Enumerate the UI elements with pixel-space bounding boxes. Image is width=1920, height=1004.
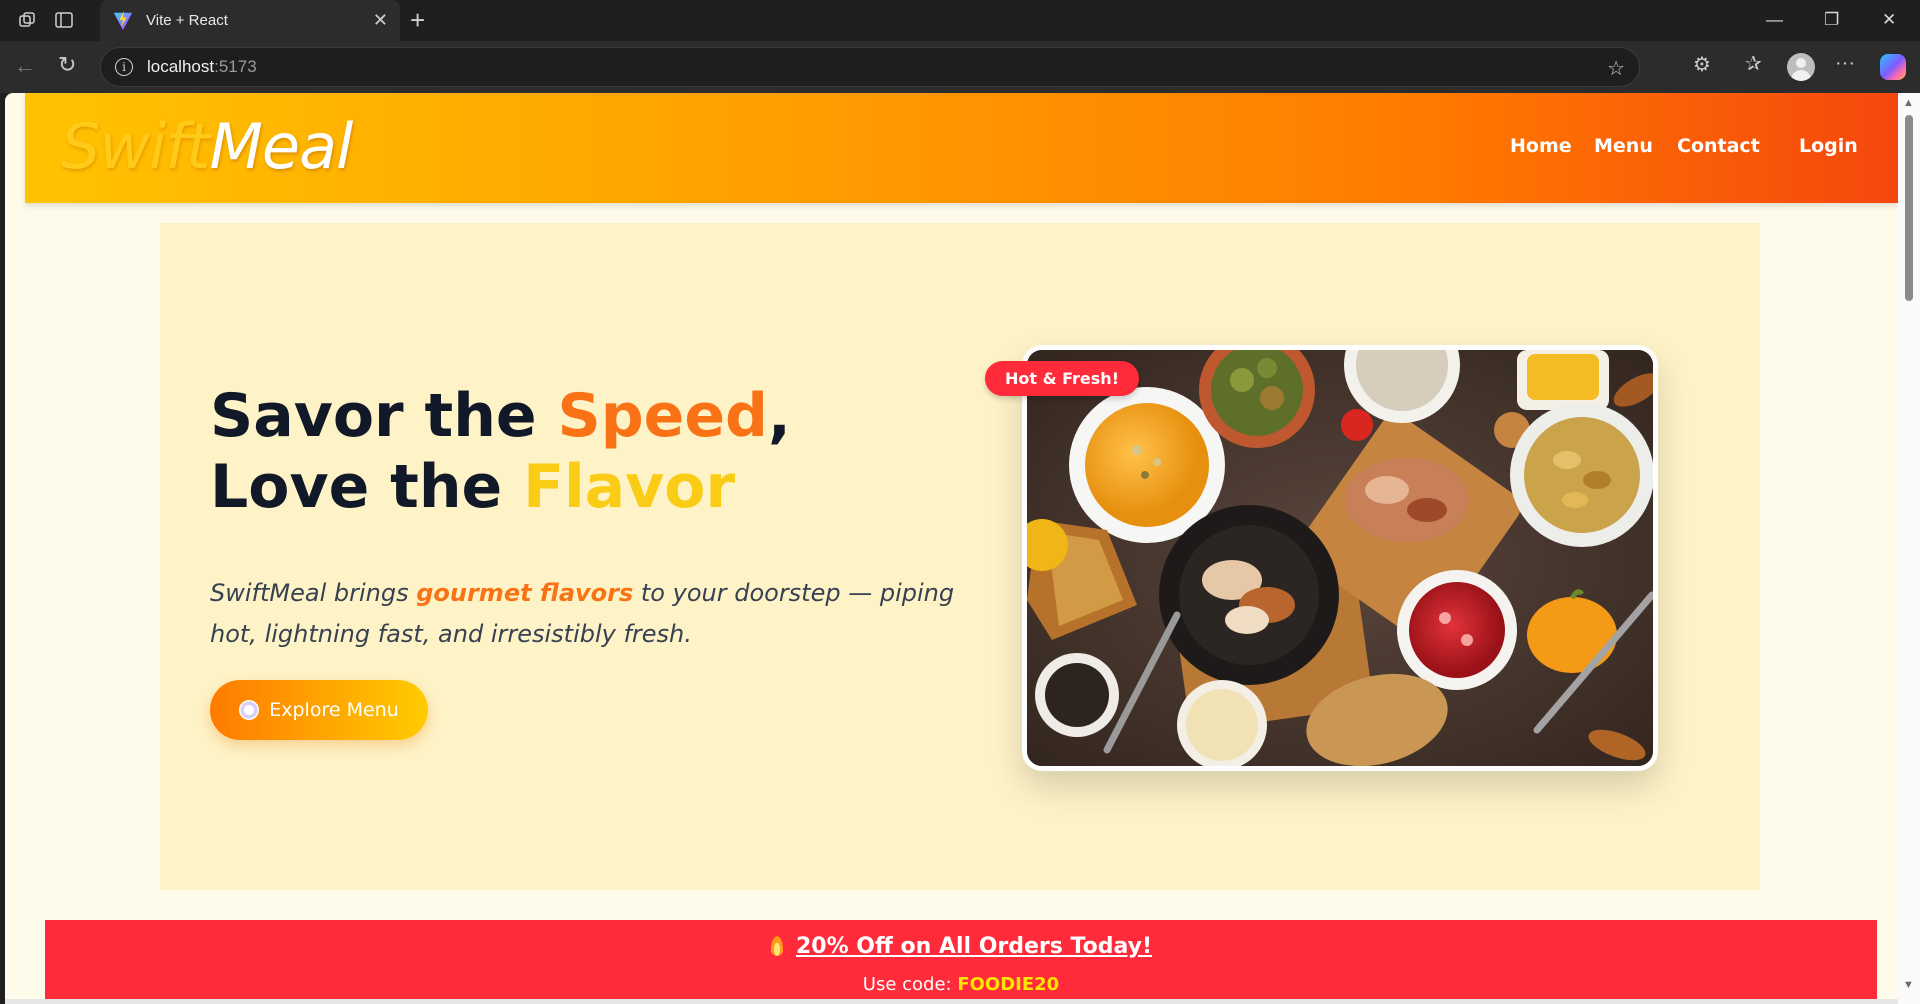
food-spread-illustration: [1027, 350, 1653, 766]
more-options-icon[interactable]: ···: [1835, 53, 1855, 73]
hero-description-highlight: gourmet flavors: [416, 579, 634, 607]
hero-description: SwiftMeal brings gourmet flavors to your…: [210, 579, 955, 648]
tab-title: Vite + React: [146, 12, 228, 29]
close-window-icon[interactable]: ✕: [1882, 10, 1896, 30]
vite-icon: [113, 10, 133, 30]
nav-menu[interactable]: Menu: [1594, 135, 1653, 157]
explore-menu-button[interactable]: Explore Menu: [210, 680, 428, 740]
promo-banner: 20% Off on All Orders Today! Use code: F…: [45, 920, 1877, 999]
minimize-icon[interactable]: —: [1766, 10, 1783, 30]
workspaces-icon[interactable]: [18, 10, 38, 33]
hot-fresh-badge: Hot & Fresh!: [985, 361, 1139, 396]
vertical-scrollbar[interactable]: ▲ ▼: [1898, 93, 1920, 1004]
explore-menu-label: Explore Menu: [269, 699, 399, 721]
site-navbar: SwiftMeal Home Menu Contact Login: [25, 93, 1898, 203]
hero-title-speed: Speed: [557, 381, 769, 451]
browser-tab-active[interactable]: Vite + React ✕: [100, 0, 400, 41]
promo-code-line: Use code: FOODIE20: [862, 974, 1060, 995]
new-tab-icon[interactable]: +: [410, 6, 425, 34]
plate-icon: [239, 700, 260, 720]
logo-meal: Meal: [209, 110, 353, 183]
extensions-icon[interactable]: ⚙: [1693, 55, 1711, 75]
site-info-icon[interactable]: i: [115, 58, 133, 76]
restore-icon[interactable]: ❐: [1824, 10, 1839, 30]
nav-login[interactable]: Login: [1799, 135, 1858, 157]
copilot-icon[interactable]: [1880, 54, 1906, 80]
address-bar[interactable]: i localhost:5173 ☆: [100, 47, 1640, 87]
nav-contact[interactable]: Contact: [1677, 135, 1760, 157]
vertical-tabs-icon[interactable]: [54, 10, 74, 33]
url-text[interactable]: localhost:5173: [147, 57, 257, 77]
site-logo[interactable]: SwiftMeal: [61, 110, 353, 183]
promo-title[interactable]: 20% Off on All Orders Today!: [45, 934, 1877, 959]
hero-food-image: [1022, 345, 1658, 771]
scroll-up-icon[interactable]: ▲: [1903, 97, 1914, 109]
favorite-star-icon[interactable]: ☆: [1607, 56, 1625, 81]
reload-icon[interactable]: ↻: [58, 54, 76, 76]
hero-title: Savor the Speed, Love the Flavor: [210, 381, 791, 522]
logo-swift: Swift: [61, 110, 210, 183]
horizontal-scrollbar[interactable]: [5, 999, 1898, 1004]
hero-title-flavor: Flavor: [523, 452, 736, 522]
close-tab-icon[interactable]: ✕: [373, 10, 388, 31]
nav-home[interactable]: Home: [1510, 135, 1572, 157]
back-icon[interactable]: ←: [14, 55, 36, 77]
profile-avatar-icon[interactable]: [1787, 53, 1815, 81]
favorites-icon[interactable]: ✰: [1745, 54, 1762, 74]
fire-icon: [769, 934, 784, 956]
hero-section: Savor the Speed, Love the Flavor SwiftMe…: [160, 223, 1760, 890]
browser-tab-bar: Vite + React ✕ + — ❐ ✕: [0, 0, 1920, 41]
promo-code: FOODIE20: [957, 974, 1060, 995]
scroll-thumb[interactable]: [1905, 115, 1913, 301]
address-bar-row: ← ↻ i localhost:5173 ☆ ⚙ ✰ ···: [0, 41, 1920, 93]
page-viewport: SwiftMeal Home Menu Contact Login Savor …: [5, 93, 1898, 999]
scroll-down-icon[interactable]: ▼: [1903, 979, 1914, 991]
